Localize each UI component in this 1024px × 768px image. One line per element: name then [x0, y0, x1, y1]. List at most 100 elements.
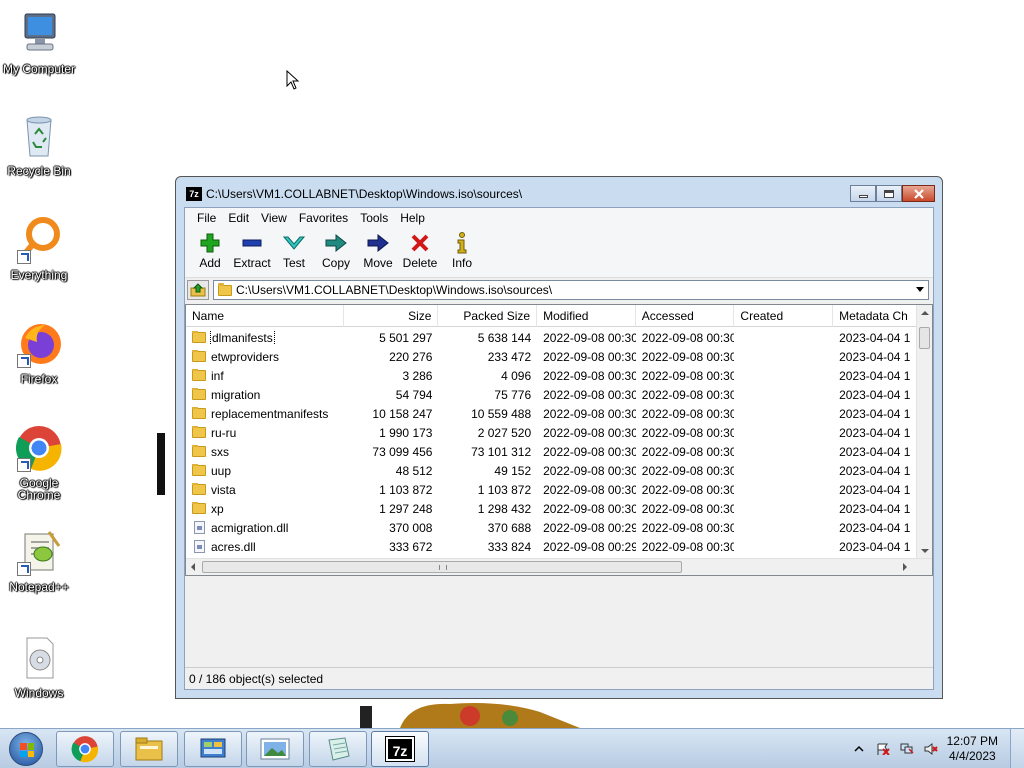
table-row[interactable]: migration 54 794 75 776 2022-09-08 00:30 202… — [186, 385, 916, 404]
wallpaper-bar — [157, 433, 165, 495]
menu-tools[interactable]: Tools — [354, 211, 394, 225]
table-row[interactable]: xp 1 297 248 1 298 432 2022-09-08 00:30 2022… — [186, 499, 916, 518]
cell-name: migration — [186, 387, 344, 402]
7zip-app-icon[interactable]: 7z — [186, 187, 202, 201]
taskbar-notepad[interactable] — [309, 731, 367, 767]
horizontal-scrollbar[interactable] — [186, 558, 932, 575]
file-list[interactable]: Name Size Packed Size Modified Accessed … — [185, 304, 933, 576]
cell-size: 333 672 — [389, 539, 433, 554]
minimize-button[interactable] — [850, 185, 876, 202]
add-label: Add — [199, 256, 221, 270]
cell-modified: 2022-09-08 00:30 — [543, 444, 636, 459]
cell-size: 3 286 — [402, 368, 433, 383]
cell-modified: 2022-09-08 00:30 — [543, 406, 636, 421]
check-icon — [283, 232, 305, 254]
network-icon[interactable] — [900, 743, 914, 755]
horizontal-scroll-thumb[interactable] — [202, 561, 682, 573]
windows-flag-icon — [20, 743, 34, 757]
clock[interactable]: 12:07 PM 4/4/2023 — [947, 734, 998, 764]
column-size[interactable]: Size — [344, 305, 439, 327]
taskbar-explorer[interactable] — [120, 731, 178, 767]
menu-view[interactable]: View — [255, 211, 293, 225]
dll-file-icon — [194, 540, 205, 553]
scroll-down-arrow-icon[interactable] — [921, 549, 929, 553]
delete-label: Delete — [402, 256, 438, 270]
column-packed-size[interactable]: Packed Size — [438, 305, 538, 327]
disc-icon — [15, 634, 63, 682]
table-row[interactable]: inf 3 286 4 096 2022-09-08 00:30 2022-09-08 … — [186, 366, 916, 385]
test-button[interactable]: Test — [273, 228, 315, 270]
table-row[interactable]: adfscomp.dll50 70451 2002022-09-08 00:29… — [186, 575, 916, 576]
menu-file[interactable]: File — [191, 211, 222, 225]
action-center-flag-icon[interactable] — [876, 743, 890, 755]
desktop-icon-everything[interactable]: Everything — [0, 216, 78, 282]
add-button[interactable]: Add — [189, 228, 231, 270]
start-button[interactable] — [4, 731, 48, 767]
column-created[interactable]: Created — [734, 305, 834, 327]
folder-icon — [192, 425, 206, 438]
desktop-icon-google-chrome[interactable]: Google Chrome — [0, 424, 78, 502]
taskbar-7zip[interactable]: 7z — [371, 731, 429, 767]
move-label: Move — [363, 256, 393, 270]
scroll-right-arrow-icon[interactable] — [903, 563, 907, 571]
scroll-left-arrow-icon[interactable] — [191, 563, 195, 571]
desktop-icon-my-computer[interactable]: My Computer — [0, 10, 78, 76]
delete-button[interactable]: Delete — [399, 228, 441, 270]
column-metadata-changed[interactable]: Metadata Ch — [833, 305, 916, 327]
move-button[interactable]: Move — [357, 228, 399, 270]
maximize-button[interactable] — [876, 185, 902, 202]
volume-muted-icon[interactable] — [924, 743, 938, 755]
table-row[interactable]: acmigration.dll 370 008 370 688 2022-09-08 … — [186, 518, 916, 537]
taskbar-picture[interactable] — [246, 731, 304, 767]
info-button[interactable]: Info — [441, 228, 483, 270]
scroll-up-arrow-icon[interactable] — [921, 311, 929, 315]
desktop-icon-windows[interactable]: Windows — [0, 634, 78, 700]
vertical-scroll-thumb[interactable] — [919, 327, 930, 349]
show-hidden-icons-chevron-icon[interactable] — [854, 743, 864, 755]
cell-metadata-changed: 2023-04-04 1 — [839, 482, 911, 497]
file-name: inf — [211, 368, 224, 383]
close-button[interactable] — [902, 185, 935, 202]
folder-icon — [192, 349, 206, 362]
file-name: ru-ru — [211, 425, 237, 440]
desktop-icon-firefox[interactable]: Firefox — [0, 320, 78, 386]
table-row[interactable]: vista 1 103 872 1 103 872 2022-09-08 00:30 2… — [186, 480, 916, 499]
folder-icon — [218, 282, 232, 296]
copy-button[interactable]: Copy — [315, 228, 357, 270]
table-row[interactable]: sxs 73 099 456 73 101 312 2022-09-08 00:30 2… — [186, 442, 916, 461]
taskbar-chrome[interactable] — [56, 731, 114, 767]
desktop-icon-recycle-bin[interactable]: Recycle Bin — [0, 112, 78, 178]
cell-metadata-changed: 2023-04-04 1 — [839, 368, 911, 383]
folder-icon — [192, 368, 206, 381]
menu-edit[interactable]: Edit — [222, 211, 255, 225]
column-accessed[interactable]: Accessed — [636, 305, 735, 327]
table-row[interactable]: etwproviders 220 276 233 472 2022-09-08 00:… — [186, 347, 916, 366]
menu-favorites[interactable]: Favorites — [293, 211, 354, 225]
vertical-scrollbar[interactable] — [916, 305, 932, 559]
firefox-icon — [15, 320, 63, 368]
show-desktop-button[interactable] — [1010, 729, 1024, 768]
table-row[interactable]: acres.dll 333 672 333 824 2022-09-08 00:29 2… — [186, 537, 916, 556]
cell-size: 1 297 248 — [379, 501, 433, 516]
table-row[interactable]: ru-ru 1 990 173 2 027 520 2022-09-08 00:30 2… — [186, 423, 916, 442]
cell-name: uup — [186, 463, 344, 478]
up-folder-button[interactable] — [187, 280, 209, 300]
desktop-icon-notepad-plus-plus[interactable]: Notepad++ — [0, 528, 78, 594]
chevron-down-icon[interactable] — [916, 287, 924, 292]
column-modified[interactable]: Modified — [537, 305, 636, 327]
address-field[interactable]: C:\Users\VM1.COLLABNET\Desktop\Windows.i… — [213, 280, 929, 300]
title-bar[interactable]: 7z C:\Users\VM1.COLLABNET\Desktop\Window… — [176, 177, 942, 207]
table-row[interactable]: uup 48 512 49 152 2022-09-08 00:30 2022-09-0… — [186, 461, 916, 480]
extract-button[interactable]: Extract — [231, 228, 273, 270]
menu-help[interactable]: Help — [394, 211, 431, 225]
table-row[interactable]: dlmanifests 5 501 297 5 638 144 2022-09-08 … — [186, 328, 916, 347]
chrome-icon — [71, 736, 99, 763]
table-row[interactable]: replacementmanifests 10 158 247 10 559 488… — [186, 404, 916, 423]
cell-name: xp — [186, 501, 344, 516]
address-bar: C:\Users\VM1.COLLABNET\Desktop\Windows.i… — [185, 278, 933, 302]
cell-name: inf — [186, 368, 344, 383]
column-name[interactable]: Name — [186, 305, 344, 327]
cell-size: 1 103 872 — [379, 482, 433, 497]
taskbar-control-panel[interactable] — [184, 731, 242, 767]
scroll-grip-icon — [439, 565, 447, 570]
